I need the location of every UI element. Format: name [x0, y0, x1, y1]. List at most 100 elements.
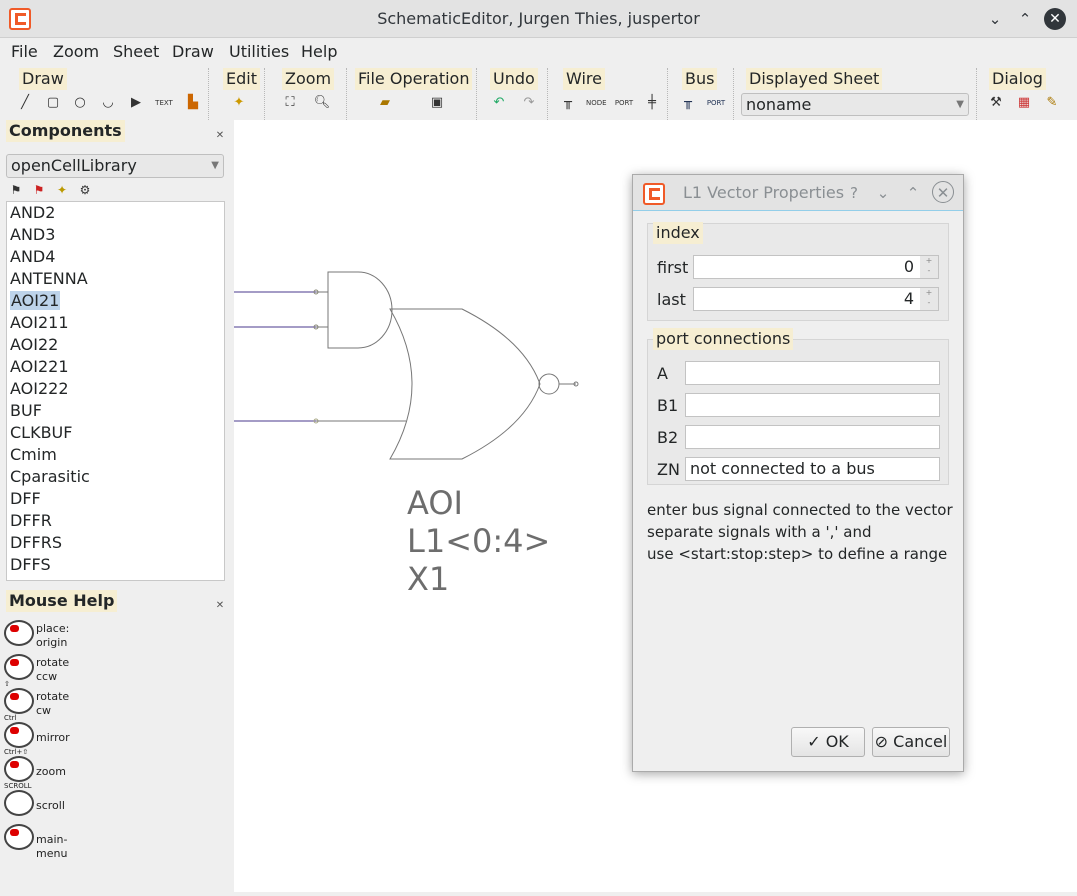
chevron-down-icon: ▼	[956, 99, 964, 110]
port-connection-input[interactable]	[685, 393, 940, 417]
port-connection-input[interactable]	[685, 361, 940, 385]
dialog-minimize-button[interactable]: ⌄	[872, 182, 894, 204]
list-item[interactable]: DFFRS	[7, 532, 224, 554]
library-select-value: openCellLibrary	[11, 156, 137, 175]
color-tool-icon[interactable]: ▙	[183, 93, 203, 113]
vector-properties-dialog: L1 Vector Properties ? ⌄ ⌃ ✕ index first…	[632, 174, 964, 772]
mouse-icon	[4, 620, 34, 646]
first-label: first	[657, 258, 689, 277]
displayed-sheet-select[interactable]: noname ▼	[741, 93, 969, 116]
port-name-label: ZN	[657, 460, 680, 479]
component-type-label: AOI	[407, 484, 463, 522]
port-connection-input[interactable]	[685, 425, 940, 449]
list-item-label: ANTENNA	[10, 269, 88, 288]
undo-icon[interactable]: ↶	[489, 93, 509, 113]
list-item[interactable]: AND4	[7, 246, 224, 268]
bus-port-icon[interactable]: PORT	[706, 93, 726, 113]
menu-file[interactable]: File	[11, 42, 38, 62]
notes-icon[interactable]: ✎	[1042, 93, 1062, 113]
last-spinbox[interactable]: 4 + -	[693, 287, 939, 311]
dialog-help-button[interactable]: ?	[843, 182, 865, 204]
maximize-button[interactable]: ⌃	[1014, 8, 1036, 30]
list-item[interactable]: AOI222	[7, 378, 224, 400]
app-logo-icon	[643, 183, 665, 205]
list-item-label: AOI221	[10, 357, 69, 376]
menu-help[interactable]: Help	[301, 42, 337, 62]
port-connection-input[interactable]: not connected to a bus	[685, 457, 940, 481]
list-item[interactable]: CLKBUF	[7, 422, 224, 444]
zoom-magnifier-icon[interactable]: 🔍︎	[312, 93, 332, 113]
displayed-sheet-value: noname	[746, 95, 812, 114]
list-item[interactable]: AOI22	[7, 334, 224, 356]
settings-dialog-icon[interactable]: ▦	[1014, 93, 1034, 113]
ok-button[interactable]: ✓ OK	[791, 727, 865, 757]
wire-node-icon[interactable]: NODE	[586, 93, 607, 113]
mouse-icon	[4, 654, 34, 680]
window-title: SchematicEditor, Jurgen Thies, juspertor	[377, 9, 700, 28]
modifier-key-label: SCROLL	[4, 782, 32, 790]
add-component-icon[interactable]: ⚑	[6, 180, 26, 200]
open-folder-icon[interactable]: ▰	[375, 93, 395, 113]
list-item[interactable]: Cmim	[7, 444, 224, 466]
list-item-label: Cparasitic	[10, 467, 90, 486]
list-item[interactable]: DFF	[7, 488, 224, 510]
component-settings-icon[interactable]: ⚙	[75, 180, 95, 200]
arc-tool-icon[interactable]: ◡	[98, 93, 118, 113]
dialog-close-button[interactable]: ✕	[932, 181, 954, 203]
menu-sheet[interactable]: Sheet	[113, 42, 159, 62]
wire-tool-icon[interactable]: ╥	[558, 93, 578, 113]
port-name-label: B1	[657, 396, 679, 415]
library-select[interactable]: openCellLibrary ▼	[6, 154, 224, 178]
list-item[interactable]: AOI211	[7, 312, 224, 334]
menu-draw[interactable]: Draw	[172, 42, 214, 62]
modifier-key-label: Ctrl+⇧	[4, 748, 29, 756]
line-tool-icon[interactable]: ╱	[15, 93, 35, 113]
mouse-help-text: rotate ccw	[36, 656, 69, 684]
list-item[interactable]: DFFR	[7, 510, 224, 532]
wire-split-icon[interactable]: ╪	[642, 93, 662, 113]
close-icon[interactable]: ✕	[214, 130, 226, 142]
spin-arrows-icon[interactable]: + -	[920, 256, 938, 278]
zoom-fit-icon[interactable]: ⛶	[280, 93, 300, 113]
toolbar-separator	[264, 68, 266, 120]
minimize-button[interactable]: ⌄	[984, 8, 1006, 30]
mouse-help-title: Mouse Help	[6, 590, 118, 612]
list-item[interactable]: ANTENNA	[7, 268, 224, 290]
text-tool-icon[interactable]: TEXT	[152, 93, 176, 113]
circle-tool-icon[interactable]: ○	[70, 93, 90, 113]
mouse-help-action: rotate	[36, 690, 70, 703]
spin-arrows-icon[interactable]: + -	[920, 288, 938, 310]
component-list[interactable]: AND2 AND3 AND4 ANTENNA AOI21 AOI211 AOI22 AOI22…	[6, 201, 225, 581]
redo-icon[interactable]: ↷	[519, 93, 539, 113]
save-disk-icon[interactable]: ▣	[427, 93, 447, 113]
edit-component-icon[interactable]: ✦	[52, 180, 72, 200]
dialog-title: L1 Vector Properties	[683, 183, 845, 202]
port-connections-title: port connections	[653, 328, 794, 350]
remove-component-icon[interactable]: ⚑	[29, 180, 49, 200]
wire-port-icon[interactable]: PORT	[614, 93, 634, 113]
tools-icon[interactable]: ⚒	[986, 93, 1006, 113]
toolbar-group-dialog: Dialog	[989, 68, 1046, 90]
first-value: 0	[903, 257, 914, 276]
rectangle-tool-icon[interactable]: ▢	[43, 93, 63, 113]
mouse-help-text: scroll	[36, 799, 65, 813]
list-item[interactable]: AND3	[7, 224, 224, 246]
list-item[interactable]: BUF	[7, 400, 224, 422]
list-item[interactable]: AOI21	[7, 290, 224, 312]
mouse-help-action: rotate	[36, 656, 70, 669]
list-item[interactable]: AOI221	[7, 356, 224, 378]
menu-utilities[interactable]: Utilities	[229, 42, 289, 62]
cancel-button[interactable]: ⊘ Cancel	[872, 727, 950, 757]
magic-wand-icon[interactable]: ✦	[229, 93, 249, 113]
polygon-tool-icon[interactable]: ▶	[126, 93, 146, 113]
first-spinbox[interactable]: 0 + -	[693, 255, 939, 279]
dialog-maximize-button[interactable]: ⌃	[902, 182, 924, 204]
list-item[interactable]: DFFS	[7, 554, 224, 576]
list-item[interactable]: AND2	[7, 202, 224, 224]
list-item[interactable]: Cparasitic	[7, 466, 224, 488]
bus-tool-icon[interactable]: ╥	[678, 93, 698, 113]
close-button[interactable]: ✕	[1044, 8, 1066, 30]
menu-zoom[interactable]: Zoom	[53, 42, 99, 62]
close-icon[interactable]: ✕	[214, 600, 226, 612]
toolbar-group-undo: Undo	[490, 68, 538, 90]
